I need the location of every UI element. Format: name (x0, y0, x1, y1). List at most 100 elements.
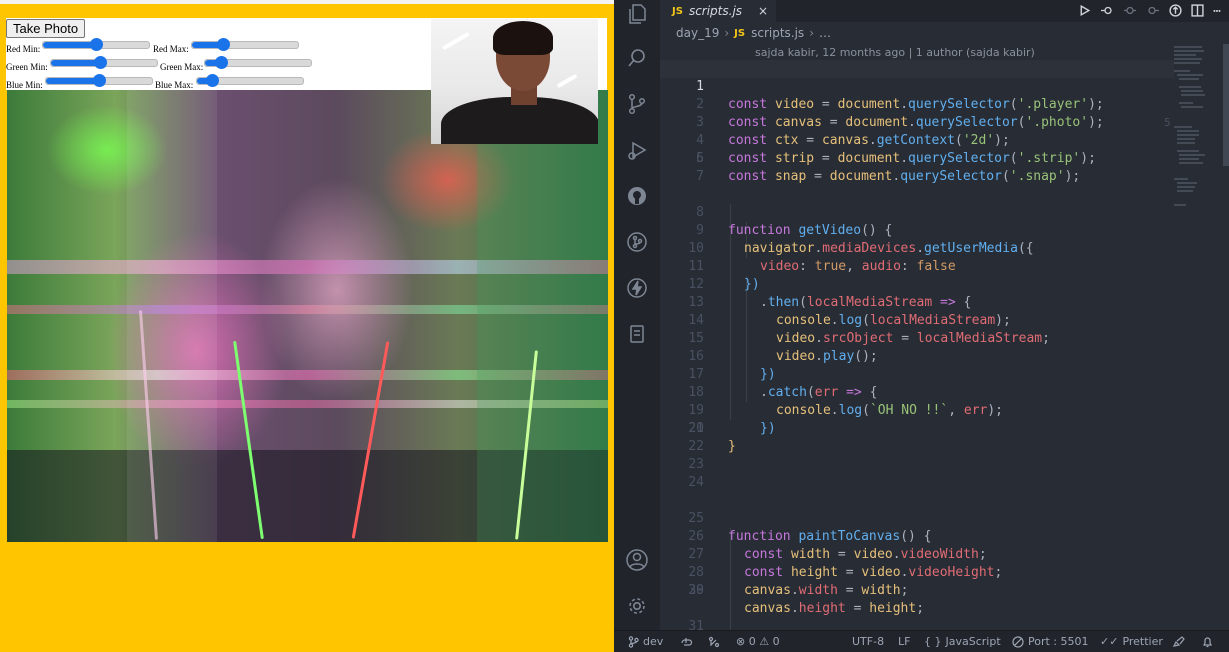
go-forward-icon[interactable] (1123, 2, 1137, 21)
notifications-bell-icon[interactable] (1202, 631, 1213, 652)
browser-preview: Take Photo Red Min: Red Max: Green Min: … (0, 0, 614, 651)
split-editor-icon[interactable] (1191, 2, 1204, 21)
code-line[interactable]: 6 (660, 150, 1182, 168)
run-icon[interactable] (1078, 2, 1091, 21)
minimap[interactable] (1174, 44, 1229, 630)
code-line[interactable]: 21 (660, 420, 1182, 438)
red-max-slider-thumb[interactable] (216, 38, 230, 51)
red-min-slider-thumb[interactable] (90, 38, 103, 51)
person-hair (493, 21, 553, 55)
no-entry-icon (1012, 635, 1024, 648)
minimap-line (1174, 58, 1202, 60)
code-line[interactable]: 11 }) (660, 240, 1182, 292)
minimap-line (1179, 154, 1205, 156)
line-number: 6 (696, 151, 704, 166)
status-bar: dev ⊗ 0 ⚠ 0 UTF-8 LF { } JavaScript Port… (614, 630, 1229, 652)
js-file-icon: JS (672, 5, 683, 17)
take-photo-button[interactable]: Take Photo (6, 19, 86, 38)
code-line[interactable]: 12 .then(localMediaStream => { (660, 258, 1182, 310)
eol-indicator[interactable]: LF (898, 631, 910, 652)
explorer-icon[interactable] (625, 2, 649, 26)
minimap-line (1174, 70, 1190, 72)
github-icon[interactable] (625, 184, 649, 208)
branch-indicator[interactable]: dev (628, 631, 663, 652)
code-line[interactable]: 25 function paintToCanvas() { (660, 492, 1182, 544)
account-icon[interactable] (625, 548, 649, 572)
git-lens-icon[interactable] (1169, 2, 1182, 21)
minimap-line (1181, 106, 1203, 108)
minimap-line (1177, 130, 1199, 132)
code-line[interactable]: 7 (660, 168, 1182, 186)
code-line[interactable]: 13 console.log(localMediaStream); (660, 276, 1182, 328)
code-line[interactable]: 14 video.srcObject = localMediaStream; (660, 294, 1182, 346)
prettier-indicator[interactable]: ✓✓ Prettier (1100, 631, 1163, 652)
code-line[interactable]: 16 }) (660, 330, 1182, 382)
blue-min-slider[interactable] (45, 74, 153, 87)
code-line[interactable]: 8 function getVideo() { (660, 186, 1182, 238)
green-min-slider-thumb[interactable] (93, 56, 107, 69)
blue-max-slider-thumb[interactable] (205, 74, 219, 87)
chevron-right-icon: › (724, 26, 730, 40)
green-min-slider[interactable] (50, 56, 158, 69)
red-max-label: Red Max: (153, 44, 189, 54)
minimap-line (1177, 142, 1195, 144)
next-change-icon[interactable] (1146, 2, 1160, 21)
code-line[interactable]: 17 .catch(err => { (660, 348, 1182, 400)
search-icon[interactable] (625, 46, 649, 70)
run-debug-icon[interactable] (625, 138, 649, 162)
code-line[interactable]: 28 canvas.width = width; (660, 546, 1182, 598)
language-mode[interactable]: { } JavaScript (924, 631, 1001, 652)
source-control-icon[interactable] (625, 92, 649, 116)
red-min-slider[interactable] (42, 38, 150, 51)
git-graph-icon[interactable] (625, 230, 649, 254)
go-back-icon[interactable] (1100, 2, 1114, 21)
live-server-port[interactable]: Port : 5501 (1012, 631, 1089, 652)
problems-indicator[interactable]: ⊗ 0 ⚠ 0 (736, 631, 780, 652)
code-line[interactable]: 3 const ctx = canvas.getContext('2d'); (660, 96, 1182, 148)
code-line[interactable]: 2 const canvas = document.querySelector(… (660, 78, 1182, 130)
code-line[interactable]: 20 } (660, 402, 1182, 454)
code-line[interactable]: 19 }) (660, 384, 1182, 436)
blue-max-slider[interactable] (196, 74, 304, 87)
code-area[interactable]: 1 const video = document.querySelector('… (660, 60, 1182, 630)
minimap-line (1181, 90, 1203, 92)
more-actions-icon[interactable]: ⋯ (1213, 4, 1221, 19)
line-number: 22 (688, 439, 704, 454)
close-icon[interactable]: × (756, 0, 770, 22)
code-line[interactable]: 1 const video = document.querySelector('… (660, 60, 1182, 129)
minimap-line (1174, 62, 1200, 64)
code-line[interactable]: 9 navigator.mediaDevices.getUserMedia({ (660, 204, 1182, 256)
code-line[interactable]: 29 canvas.height = height; (660, 564, 1182, 616)
code-line[interactable]: 5 const snap = document.querySelector('.… (660, 132, 1182, 184)
code-line[interactable]: 15 video.play(); (660, 312, 1182, 364)
language-name: JavaScript (945, 635, 1001, 648)
live-share-icon[interactable] (708, 631, 720, 652)
code-line[interactable]: 30 (660, 582, 1182, 600)
breadcrumb-file[interactable]: scripts.js (751, 26, 804, 40)
notebook-icon[interactable] (625, 322, 649, 346)
feedback-icon[interactable] (1172, 631, 1185, 652)
minimap-line (1174, 178, 1188, 180)
code-line[interactable]: 23 (660, 456, 1182, 474)
settings-gear-icon[interactable] (625, 594, 649, 618)
minimap-line (1177, 150, 1199, 152)
breadcrumb-symbol[interactable]: … (819, 26, 831, 40)
sync-icon[interactable] (680, 631, 693, 652)
encoding-indicator[interactable]: UTF-8 (852, 631, 884, 652)
green-max-slider-thumb[interactable] (214, 56, 228, 69)
code-line[interactable]: 18 console.log(`OH NO !!`, err); (660, 366, 1182, 418)
red-max-slider[interactable] (191, 38, 299, 51)
code-line[interactable]: 24 (660, 474, 1182, 492)
editor-scrollbar[interactable] (1223, 44, 1229, 166)
blue-min-slider-thumb[interactable] (93, 74, 106, 87)
code-line[interactable]: 27 const height = video.videoHeight; (660, 528, 1182, 580)
tab-scripts-js[interactable]: JS scripts.js × (660, 0, 776, 22)
code-line[interactable]: 4 const strip = document.querySelector('… (660, 114, 1182, 166)
code-line[interactable]: 10 video: true, audio: false (660, 222, 1182, 274)
breadcrumb-folder[interactable]: day_19 (676, 26, 719, 40)
code-line[interactable]: 22 (660, 438, 1182, 456)
code-line[interactable]: 31 return setInterval(() => { (660, 600, 1182, 630)
thunder-client-icon[interactable] (625, 276, 649, 300)
code-line[interactable]: 26 const width = video.videoWidth; (660, 510, 1182, 562)
green-max-slider[interactable] (204, 56, 312, 69)
